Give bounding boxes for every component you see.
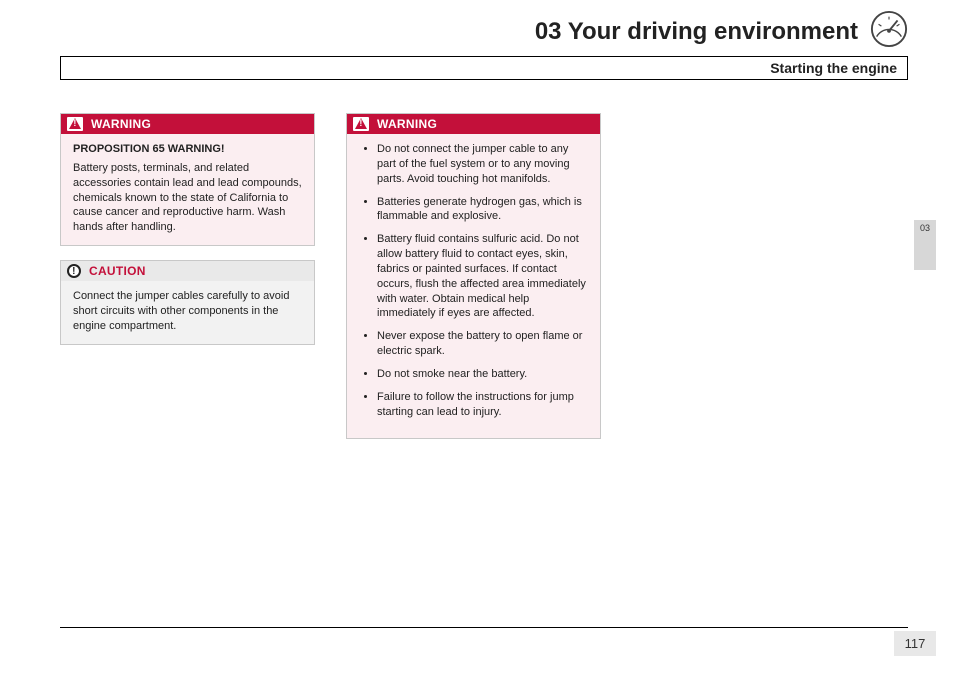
caution-header: ! CAUTION	[61, 261, 314, 281]
warning-label: WARNING	[377, 117, 437, 131]
list-item: Battery fluid contains sulfuric acid. Do…	[377, 232, 590, 321]
warning-box-jumpstart: WARNING Do not connect the jumper cable …	[346, 113, 601, 439]
list-item: Do not smoke near the battery.	[377, 367, 590, 382]
caution-label: CAUTION	[89, 264, 146, 278]
caution-text: Connect the jumper cables carefully to a…	[73, 289, 304, 334]
warning-triangle-icon	[67, 117, 83, 131]
column-middle: WARNING Do not connect the jumper cable …	[346, 113, 601, 453]
caution-box: ! CAUTION Connect the jumper cables care…	[60, 260, 315, 345]
chapter-title: 03 Your driving environment	[535, 18, 858, 46]
warning-label: WARNING	[91, 117, 151, 131]
warning-list: Do not connect the jumper cable to any p…	[359, 142, 590, 420]
side-tab: 03	[914, 220, 936, 270]
list-item: Failure to follow the instructions for j…	[377, 390, 590, 420]
list-item: Never expose the battery to open flame o…	[377, 329, 590, 359]
page: 03 Your driving environment Starting the…	[0, 0, 954, 674]
column-left: WARNING PROPOSITION 65 WARNING! Battery …	[60, 113, 315, 345]
warning-body: PROPOSITION 65 WARNING! Battery posts, t…	[61, 134, 314, 245]
warning-body: Do not connect the jumper cable to any p…	[347, 134, 600, 438]
list-item: Batteries generate hydrogen gas, which i…	[377, 195, 590, 225]
warning-header: WARNING	[347, 114, 600, 134]
warning-box-prop65: WARNING PROPOSITION 65 WARNING! Battery …	[60, 113, 315, 246]
caution-body: Connect the jumper cables carefully to a…	[61, 281, 314, 344]
warning-triangle-icon	[353, 117, 369, 131]
side-tab-label: 03	[920, 223, 930, 233]
warning-subhead: PROPOSITION 65 WARNING!	[73, 142, 304, 157]
warning-header: WARNING	[61, 114, 314, 134]
page-number-text: 117	[905, 636, 926, 651]
list-item: Do not connect the jumper cable to any p…	[377, 142, 590, 187]
section-title: Starting the engine	[770, 60, 897, 76]
page-number: 117	[894, 631, 936, 656]
warning-text: Battery posts, terminals, and related ac…	[73, 161, 304, 235]
section-bar: Starting the engine	[60, 56, 908, 80]
gauge-icon	[870, 10, 908, 48]
caution-circle-icon: !	[67, 264, 81, 278]
bottom-rule	[60, 627, 908, 628]
